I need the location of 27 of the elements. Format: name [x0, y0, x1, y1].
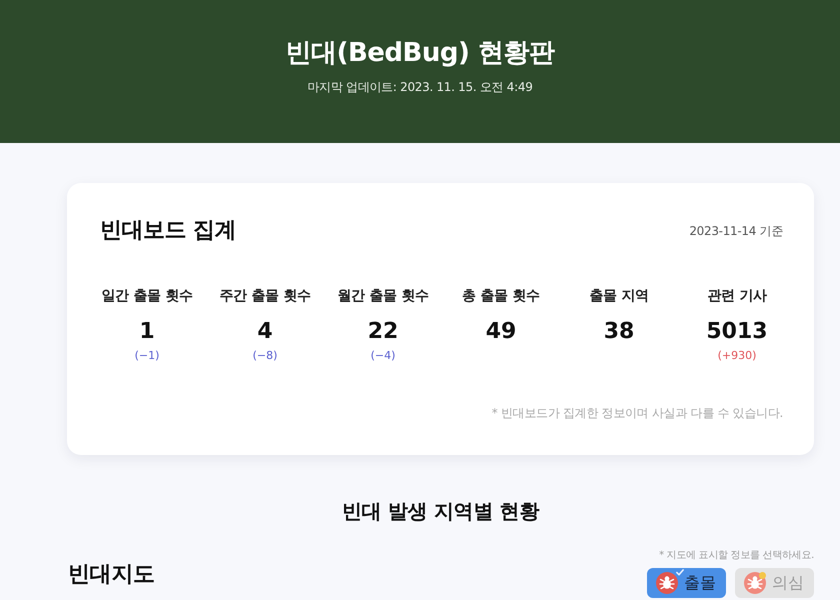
stat-label: 총 출몰 횟수	[462, 287, 540, 306]
filter-toggle-button[interactable]: 출몰	[647, 568, 726, 598]
stat-change: (+930)	[718, 348, 756, 364]
stat-value: 49	[486, 318, 516, 346]
map-title: 빈대지도	[68, 561, 155, 589]
last-updated-text: 마지막 업데이트: 2023. 11. 15. 오전 4:49	[307, 79, 533, 96]
stat-label: 일간 출몰 횟수	[101, 287, 193, 306]
stat-label: 월간 출몰 횟수	[337, 287, 429, 306]
section-title: 빈대 발생 지역별 현황	[342, 498, 540, 525]
stat-label: 주간 출몰 횟수	[219, 287, 311, 306]
map-hint-text: * 지도에 표시할 정보를 선택하세요.	[659, 549, 814, 563]
stat-value: 22	[368, 318, 398, 346]
stat-change: (−4)	[370, 348, 396, 364]
bug-icon	[744, 572, 766, 594]
stat-value: 38	[604, 318, 634, 346]
card-title: 빈대보드 집계	[100, 217, 236, 245]
stat-label: 관련 기사	[707, 287, 767, 306]
stat-label: 출몰 지역	[589, 287, 649, 306]
page-title: 빈대(BedBug) 현황판	[286, 37, 554, 70]
stat-value: 1	[139, 318, 155, 346]
as-of-date: 2023-11-14 기준	[689, 223, 783, 239]
stat-change: (−8)	[252, 348, 278, 364]
stat-value: 5013	[706, 318, 768, 346]
stat-change: (−1)	[134, 348, 160, 364]
bug-icon	[656, 572, 678, 594]
stat-value: 4	[257, 318, 273, 346]
disclaimer-note: * 빈대보드가 집계한 정보이며 사실과 다를 수 있습니다.	[492, 405, 783, 422]
